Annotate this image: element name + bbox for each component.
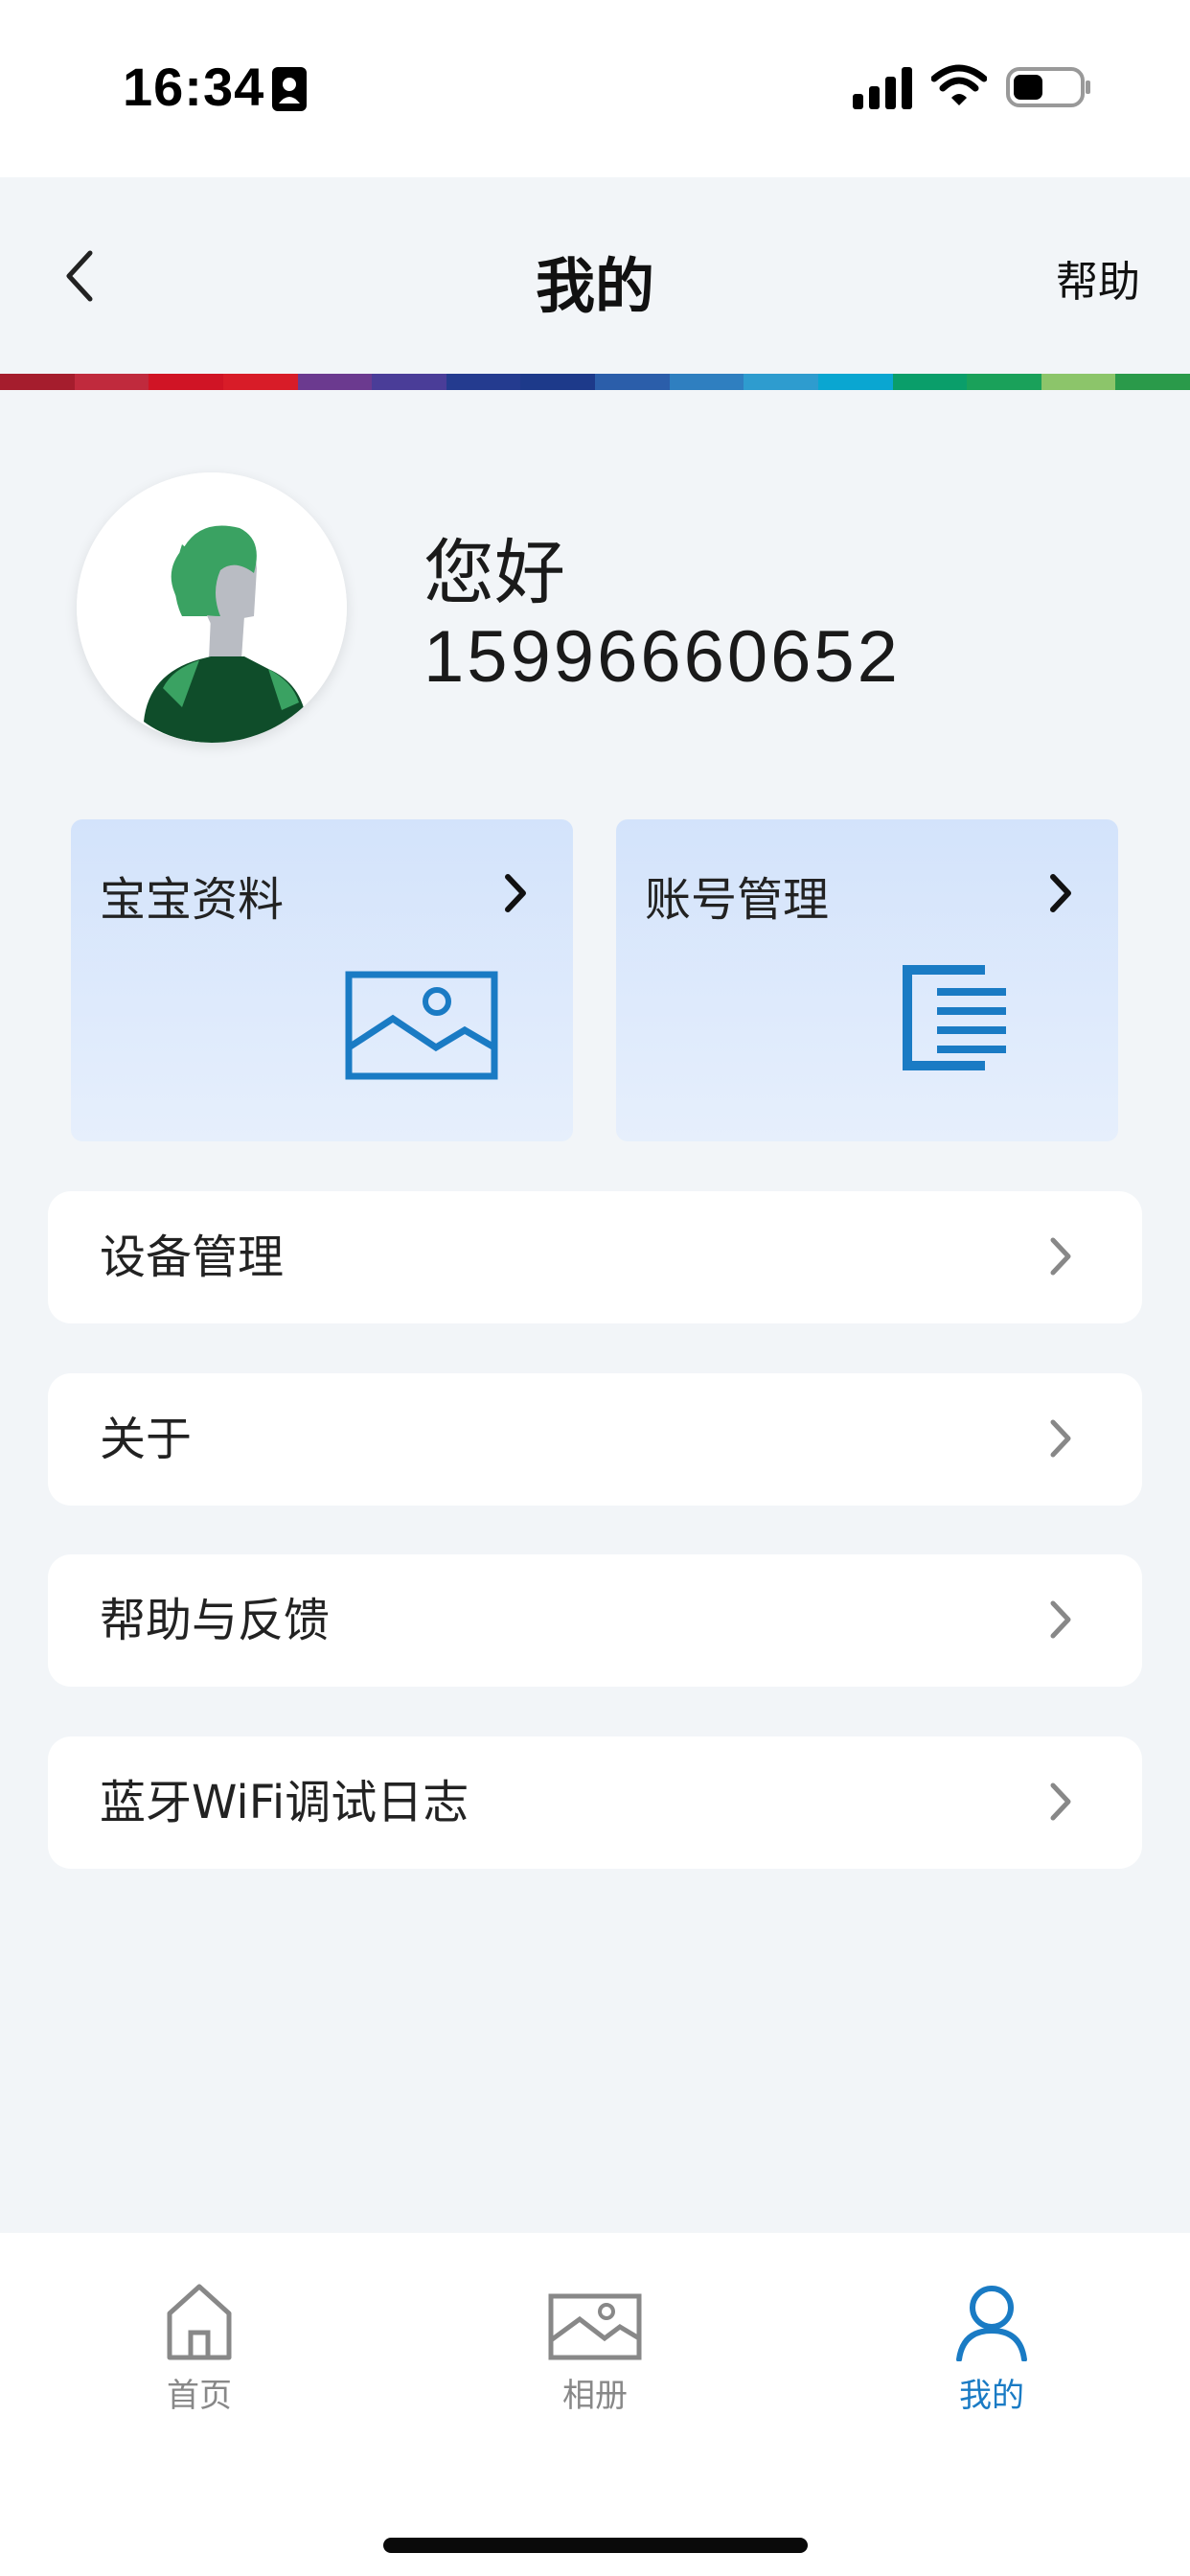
- chevron-right-icon: [1050, 1782, 1071, 1821]
- chevron-right-icon: [1050, 1419, 1071, 1458]
- document-icon: [903, 965, 1006, 1070]
- home-indicator[interactable]: [383, 2538, 808, 2553]
- menu-item-label: 帮助与反馈: [100, 1594, 331, 1647]
- tab-label: 首页: [167, 2377, 232, 2415]
- help-link[interactable]: 帮助: [1056, 247, 1140, 309]
- contact-card-icon: [272, 67, 307, 111]
- brand-color-strip: [0, 374, 1190, 390]
- photo-icon: [345, 971, 498, 1080]
- card-label: 账号管理: [645, 873, 830, 927]
- wifi-icon: [931, 64, 987, 105]
- tab-mine[interactable]: 我的: [877, 2281, 1107, 2416]
- chevron-right-icon: [1050, 1600, 1071, 1639]
- baby-profile-card[interactable]: 宝宝资料: [71, 819, 573, 1141]
- menu-item-device-management[interactable]: 设备管理: [48, 1191, 1142, 1323]
- album-icon: [548, 2293, 642, 2360]
- menu-item-label: 蓝牙WiFi调试日志: [100, 1776, 469, 1829]
- home-icon: [167, 2284, 232, 2360]
- greeting-text: 您好: [423, 532, 565, 614]
- tab-home[interactable]: 首页: [84, 2281, 314, 2416]
- chevron-right-icon: [1050, 874, 1071, 912]
- cellular-signal-icon: [853, 67, 912, 109]
- card-label: 宝宝资料: [100, 873, 285, 927]
- menu-item-label: 设备管理: [100, 1230, 285, 1284]
- chevron-right-icon: [1050, 1237, 1071, 1276]
- battery-icon: [1006, 67, 1090, 107]
- menu-item-label: 关于: [100, 1413, 193, 1466]
- tab-label: 我的: [959, 2377, 1024, 2415]
- chevron-right-icon: [505, 874, 526, 912]
- profile-icon: [956, 2286, 1027, 2361]
- tab-album[interactable]: 相册: [480, 2281, 710, 2416]
- status-time: 16:34: [123, 57, 265, 117]
- account-management-card[interactable]: 账号管理: [616, 819, 1118, 1141]
- avatar[interactable]: [77, 472, 347, 743]
- page-title: 我的: [535, 251, 654, 321]
- menu-item-bluetooth-wifi-log[interactable]: 蓝牙WiFi调试日志: [48, 1736, 1142, 1869]
- menu-item-help-feedback[interactable]: 帮助与反馈: [48, 1554, 1142, 1687]
- avatar-illustration-icon: [77, 472, 347, 743]
- tab-label: 相册: [562, 2377, 628, 2415]
- menu-item-about[interactable]: 关于: [48, 1373, 1142, 1506]
- phone-number: 15996660652: [423, 616, 901, 698]
- status-bar: 16:34: [0, 0, 1190, 177]
